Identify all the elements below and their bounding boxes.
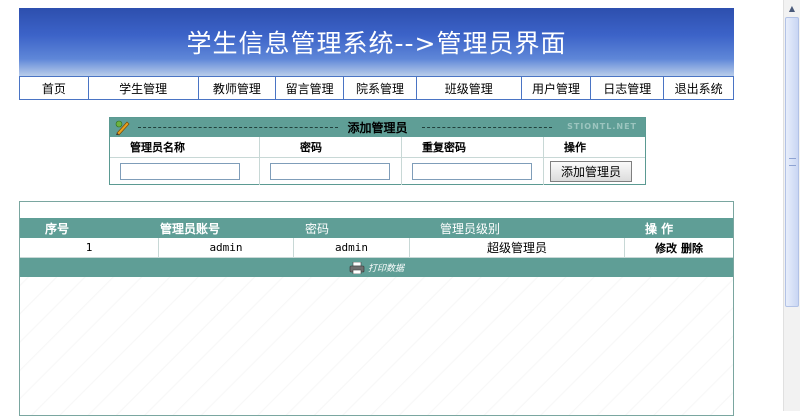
admin-password-input[interactable] xyxy=(270,163,390,180)
th-operation: 操 作 xyxy=(645,221,674,236)
th-level: 管理员级别 xyxy=(440,221,501,236)
add-admin-column-headers: 管理员名称 密码 重复密码 操作 xyxy=(110,137,645,158)
nav-label: 日志管理 xyxy=(603,81,652,96)
cell-password: admin xyxy=(294,238,410,257)
page-scrollbar[interactable]: ▲ xyxy=(783,0,800,411)
nav-label: 班级管理 xyxy=(444,81,493,96)
col-header-name: 管理员名称 xyxy=(110,137,260,157)
nav-item-students[interactable]: 学生管理 xyxy=(89,77,199,99)
nav-item-logout[interactable]: 退出系统 xyxy=(664,77,733,99)
scroll-thumb[interactable] xyxy=(785,17,799,307)
list-top-spacer xyxy=(20,202,733,218)
add-admin-header: 添加管理员 STIONTL.NET xyxy=(110,118,645,137)
nav-label: 用户管理 xyxy=(531,81,580,96)
cell-level: 超级管理员 xyxy=(410,238,625,257)
add-admin-title: 添加管理员 xyxy=(343,119,412,136)
nav-item-users[interactable]: 用户管理 xyxy=(522,77,592,99)
print-data-link[interactable]: 打印数据 xyxy=(20,258,733,277)
add-admin-inputs-row: 添加管理员 xyxy=(110,158,645,185)
delete-link[interactable]: 删除 xyxy=(681,240,703,256)
col-header-repeat-password: 重复密码 xyxy=(402,137,544,157)
th-account: 管理员账号 xyxy=(160,221,221,236)
print-data-label: 打印数据 xyxy=(367,264,404,274)
header-dash-left xyxy=(138,127,338,128)
th-password: 密码 xyxy=(305,221,330,236)
admin-name-input[interactable] xyxy=(120,163,240,180)
repeat-password-cell xyxy=(402,158,544,185)
nav-item-logs[interactable]: 日志管理 xyxy=(591,77,665,99)
col-header-operation: 操作 xyxy=(564,141,586,154)
nav-label: 院系管理 xyxy=(355,81,404,96)
admin-table-header: 序号 管理员账号 密码 管理员级别 操 作 xyxy=(20,218,733,238)
cell-index: 1 xyxy=(20,238,159,257)
admin-list-panel: 序号 管理员账号 密码 管理员级别 操 作 1 admin admin 超级管理… xyxy=(19,201,734,416)
password-cell xyxy=(260,158,402,185)
page-title: 学生信息管理系统-->管理员界面 xyxy=(186,29,567,58)
nav-label: 退出系统 xyxy=(674,81,723,96)
nav-label: 学生管理 xyxy=(119,81,168,96)
cell-operations: 修改 删除 xyxy=(625,238,733,257)
cell-account: admin xyxy=(159,238,294,257)
scroll-up-icon[interactable]: ▲ xyxy=(784,0,800,16)
nav-label: 首页 xyxy=(41,81,66,96)
col-header-password: 密码 xyxy=(260,137,402,157)
table-row: 1 admin admin 超级管理员 修改 删除 xyxy=(20,238,733,258)
printer-icon xyxy=(349,261,365,274)
add-admin-panel: 添加管理员 STIONTL.NET 管理员名称 密码 重复密码 操作 添加管理员 xyxy=(109,117,646,185)
th-index: 序号 xyxy=(45,221,70,236)
nav-item-home[interactable]: 首页 xyxy=(20,77,89,99)
header-dash-right xyxy=(422,127,552,128)
header-watermark: STIONTL.NET xyxy=(567,122,637,131)
add-admin-button[interactable]: 添加管理员 xyxy=(550,161,633,182)
pencil-icon xyxy=(115,120,130,136)
edit-link[interactable]: 修改 xyxy=(655,240,677,256)
nav-label: 教师管理 xyxy=(212,81,261,96)
nav-item-classes[interactable]: 班级管理 xyxy=(417,77,522,99)
scroll-grip xyxy=(789,158,796,166)
nav-item-teachers[interactable]: 教师管理 xyxy=(199,77,277,99)
nav-item-messages[interactable]: 留言管理 xyxy=(276,77,345,99)
main-nav: 首页 学生管理 教师管理 留言管理 院系管理 班级管理 用户管理 日志管理 退出… xyxy=(19,76,734,100)
name-cell xyxy=(110,158,260,185)
operation-cell: 添加管理员 xyxy=(544,158,645,185)
admin-repeat-password-input[interactable] xyxy=(412,163,532,180)
nav-label: 留言管理 xyxy=(285,81,334,96)
nav-item-departments[interactable]: 院系管理 xyxy=(344,77,417,99)
page-banner: 学生信息管理系统-->管理员界面 xyxy=(19,8,734,76)
